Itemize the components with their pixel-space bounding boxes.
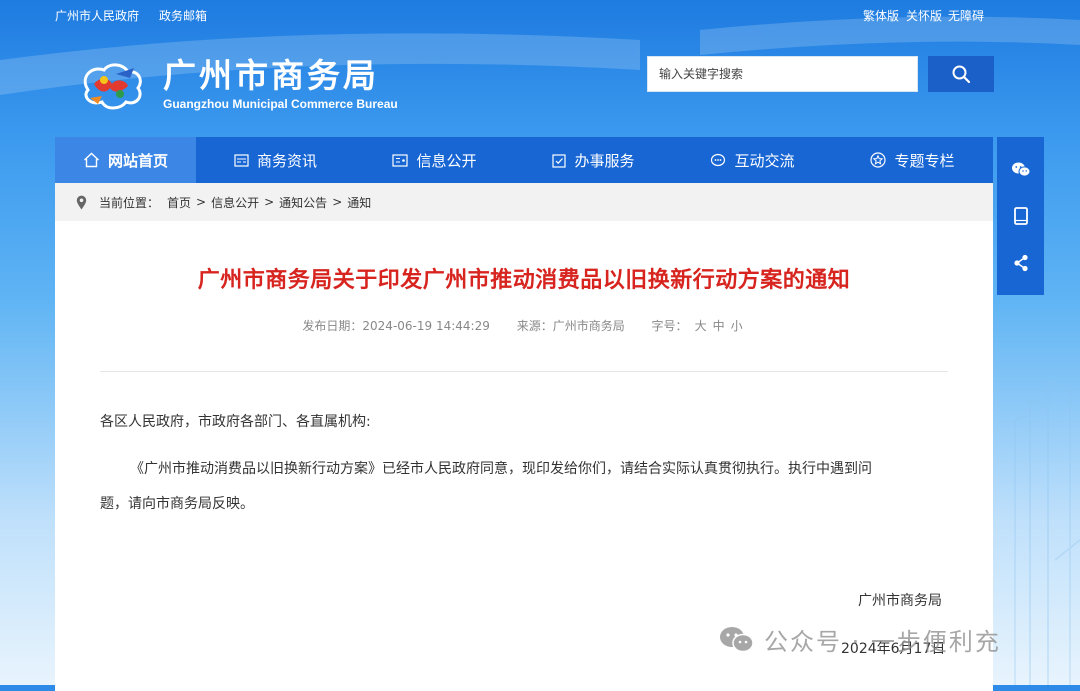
nav-item-label: 办事服务	[574, 151, 635, 170]
nav-item-label: 信息公开	[416, 151, 477, 170]
watermark-text: 公众号 · 一步便利充	[764, 628, 1001, 656]
gov-mail-link[interactable]: 政务邮箱	[159, 7, 207, 24]
home-icon	[84, 152, 99, 168]
breadcrumb-info-disclosure[interactable]: 信息公开	[211, 194, 259, 211]
site-title: 广州市商务局	[163, 56, 379, 95]
font-size-large-button[interactable]: 大	[695, 319, 707, 333]
nav-item-label: 网站首页	[107, 151, 168, 170]
share-sidebar	[997, 137, 1044, 295]
share-wechat-button[interactable]	[997, 149, 1044, 189]
breadcrumb-home[interactable]: 首页	[167, 194, 191, 211]
care-version-link[interactable]: 关怀版	[906, 7, 942, 24]
breadcrumb-separator: >	[264, 195, 275, 209]
salutation: 各区人民政府，市政府各部门、各直属机构:	[100, 414, 371, 430]
mobile-version-button[interactable]	[997, 196, 1044, 236]
font-size-label: 字号：	[651, 319, 688, 333]
search-button[interactable]	[928, 56, 994, 92]
accessibility-link[interactable]: 无障碍	[948, 7, 984, 24]
breadcrumb-notice[interactable]: 通知	[347, 194, 371, 211]
traditional-version-link[interactable]: 繁体版	[863, 7, 899, 24]
publish-date-label: 发布日期：	[302, 319, 363, 333]
nav-item-interaction[interactable]: 互动交流	[673, 137, 832, 183]
search-icon	[952, 65, 971, 84]
bureau-logo-emblem[interactable]	[76, 58, 146, 112]
source-label: 来源：	[516, 319, 553, 333]
nav-item-special-topics[interactable]: 专题专栏	[832, 137, 993, 183]
title-divider	[100, 371, 948, 372]
font-size-small-button[interactable]: 小	[731, 319, 743, 333]
gov-link[interactable]: 广州市人民政府	[55, 7, 139, 24]
nav-item-label: 专题专栏	[894, 151, 955, 170]
breadcrumb-notices[interactable]: 通知公告	[279, 194, 327, 211]
article-card: 广州市商务局关于印发广州市推动消费品以旧换新行动方案的通知 发布日期：2024-…	[55, 221, 993, 691]
signature: 广州市商务局	[858, 593, 942, 609]
breadcrumb-separator: >	[332, 195, 343, 209]
wechat-icon	[1011, 162, 1030, 177]
body-paragraph-line: 题，请向市商务局反映。	[100, 496, 254, 512]
body-paragraph-line: 《广州市推动消费品以旧换新行动方案》已经市人民政府同意，现印发给你们，请结合实际…	[130, 461, 872, 477]
location-pin-icon	[76, 195, 87, 209]
wechat-watermark-icon	[720, 626, 754, 652]
font-size-medium-button[interactable]: 中	[713, 319, 725, 333]
nav-item-home[interactable]: 网站首页	[55, 137, 196, 183]
breadcrumb-prefix: 当前位置：	[99, 195, 160, 210]
nav-item-news[interactable]: 商务资讯	[196, 137, 355, 183]
main-nav: 网站首页 商务资讯 信息公开 办事服务 互动交流 专题专栏	[55, 137, 993, 183]
source-value: 广州市商务局	[552, 319, 625, 333]
share-icon	[1013, 254, 1028, 272]
watermark: 公众号 · 一步便利充	[718, 622, 1001, 657]
nav-item-label: 互动交流	[734, 151, 795, 170]
article-title: 广州市商务局关于印发广州市推动消费品以旧换新行动方案的通知	[197, 268, 851, 293]
share-button[interactable]	[997, 243, 1044, 283]
info-icon	[392, 153, 409, 167]
search-input[interactable]	[647, 56, 918, 92]
news-icon	[234, 153, 249, 167]
publish-date: 发布日期：2024-06-19 14:44:29	[302, 319, 489, 333]
breadcrumb-separator: >	[196, 195, 207, 209]
nav-item-label: 商务资讯	[256, 151, 317, 170]
publish-date-value: 2024-06-19 14:44:29	[362, 319, 490, 333]
chat-icon	[711, 153, 726, 166]
nav-item-services[interactable]: 办事服务	[514, 137, 673, 183]
star-icon	[870, 152, 887, 168]
service-icon	[552, 153, 567, 168]
nav-item-info-disclosure[interactable]: 信息公开	[355, 137, 514, 183]
top-bar: 广州市人民政府 政务邮箱 繁体版 关怀版 无障碍	[0, 0, 1080, 28]
site-subtitle: Guangzhou Municipal Commerce Bureau	[163, 97, 398, 111]
mobile-icon	[1013, 207, 1028, 225]
breadcrumb: 当前位置： 首页 > 信息公开 > 通知公告 > 通知	[55, 183, 993, 221]
article-meta: 发布日期：2024-06-19 14:44:29 来源：广州市商务局 字号： 大中…	[55, 317, 993, 334]
